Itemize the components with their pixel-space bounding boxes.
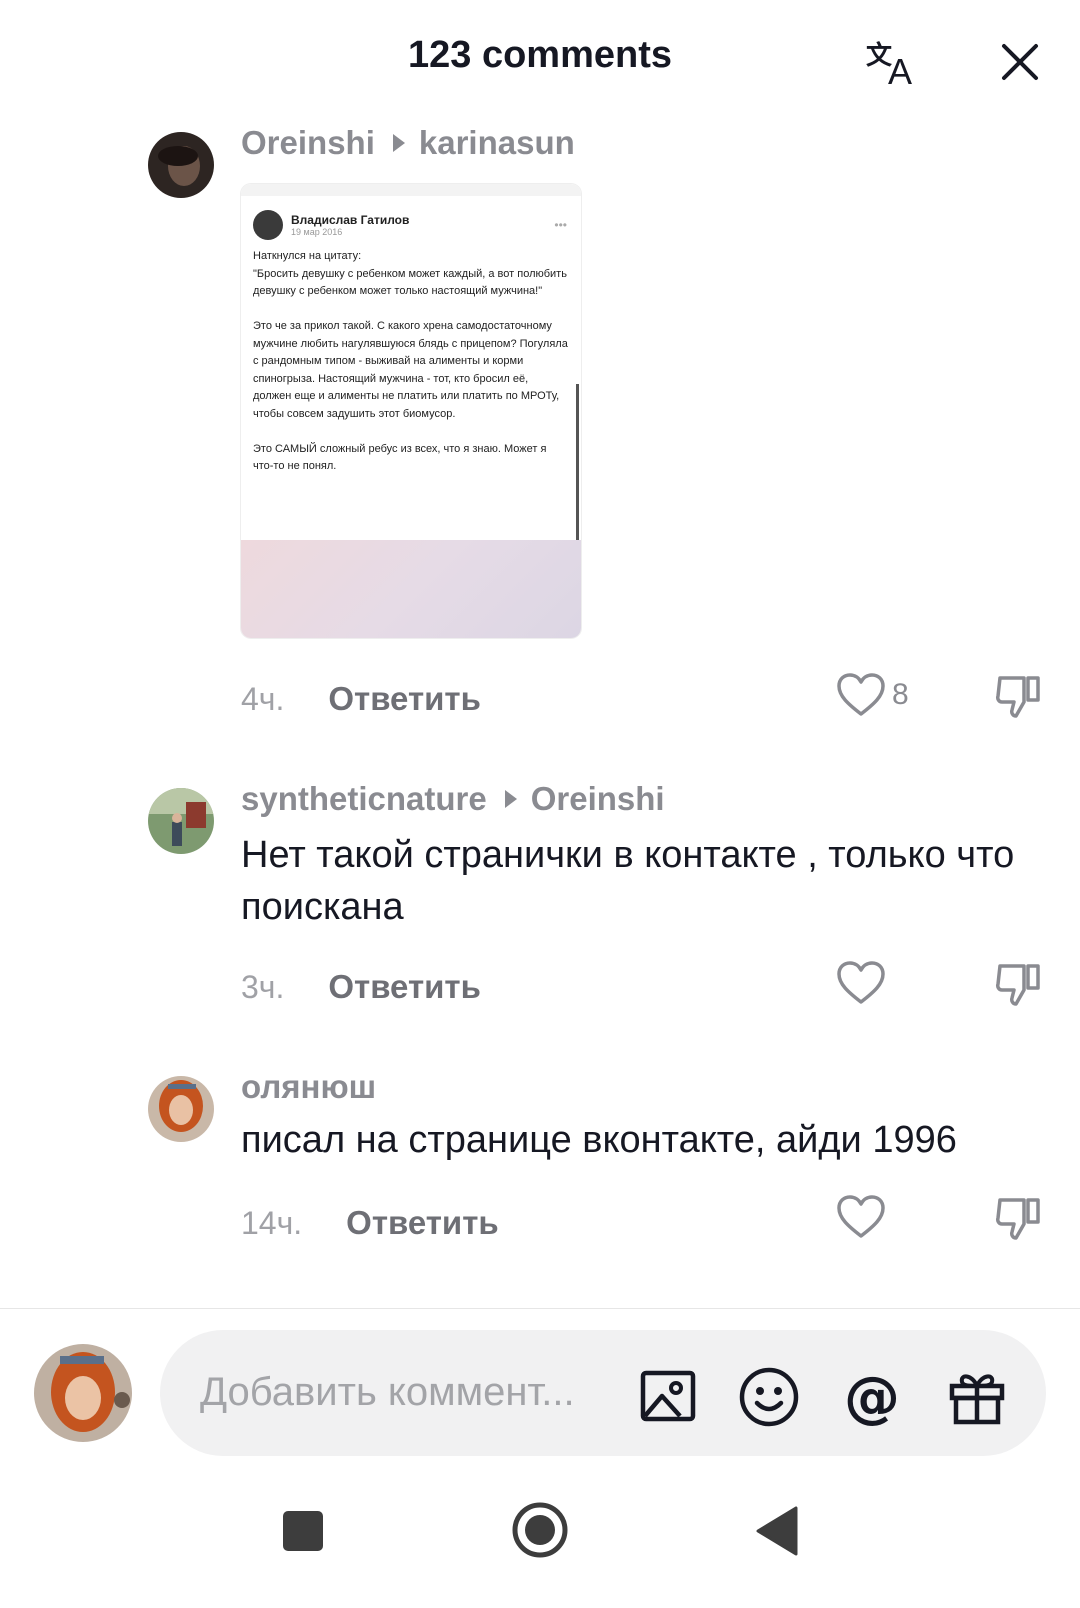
vk-post-text: Наткнулся на цитату: "Бросить девушку с … xyxy=(253,250,568,472)
comment-meta: 14ч. Ответить xyxy=(241,1204,499,1242)
vk-post-author-row: Владислав Гатилов 19 мар 2016 xyxy=(253,210,569,240)
dislike-icon[interactable] xyxy=(994,672,1044,720)
comment-author[interactable]: олянюш xyxy=(241,1068,376,1106)
reply-button[interactable]: Ответить xyxy=(328,968,481,1006)
mention-icon[interactable]: @ xyxy=(842,1365,902,1430)
emoji-icon[interactable] xyxy=(738,1366,799,1427)
vk-post-screenshot: Владислав Гатилов 19 мар 2016 ••• Наткну… xyxy=(241,184,581,544)
back-icon[interactable] xyxy=(754,1506,800,1561)
comment-reply-to[interactable]: karinasun xyxy=(419,124,575,162)
comment-input-placeholder: Добавить коммент... xyxy=(200,1370,575,1414)
vk-post-author-name: Владислав Гатилов xyxy=(291,213,410,227)
comment-author-line[interactable]: Oreinshi karinasun xyxy=(241,124,575,162)
translate-icon[interactable]: 文 A xyxy=(866,38,922,92)
more-dots-icon: ••• xyxy=(554,218,567,232)
system-navigation-bar xyxy=(0,1496,1080,1608)
comment-author-line[interactable]: syntheticnature Oreinshi xyxy=(241,780,665,818)
heart-icon[interactable] xyxy=(836,672,886,718)
avatar[interactable] xyxy=(148,788,214,854)
avatar[interactable] xyxy=(148,132,214,198)
comment-meta: 3ч. Ответить xyxy=(241,968,481,1006)
svg-text:A: A xyxy=(888,51,912,88)
recent-apps-icon[interactable] xyxy=(282,1510,324,1557)
reply-arrow-icon xyxy=(392,134,405,152)
gift-icon[interactable] xyxy=(946,1366,1006,1426)
comment-time: 14ч. xyxy=(241,1204,303,1241)
avatar[interactable] xyxy=(148,1076,214,1142)
comment-text: писал на странице вконтакте, айди 1996 xyxy=(241,1119,957,1161)
vk-post-date: 19 мар 2016 xyxy=(291,227,343,237)
comment-text: Нет такой странички в контакте , только … xyxy=(241,834,1015,928)
close-icon[interactable] xyxy=(996,38,1044,86)
comment-author[interactable]: Oreinshi xyxy=(241,124,375,162)
reply-button[interactable]: Ответить xyxy=(346,1204,499,1242)
svg-text:@: @ xyxy=(844,1366,900,1428)
comment-time: 4ч. xyxy=(241,680,285,717)
comment-author[interactable]: syntheticnature xyxy=(241,780,487,818)
image-gradient-footer xyxy=(241,540,581,638)
comment-reply-to[interactable]: Oreinshi xyxy=(531,780,665,818)
image-top-strip xyxy=(241,184,581,196)
current-user-avatar[interactable] xyxy=(34,1344,132,1442)
comments-header: 123 comments 文 A xyxy=(0,0,1080,110)
reply-arrow-icon xyxy=(504,790,517,808)
comment-meta: 4ч. Ответить xyxy=(241,680,481,718)
like-count: 8 xyxy=(892,678,909,711)
heart-icon[interactable] xyxy=(836,1194,886,1240)
reply-button[interactable]: Ответить xyxy=(328,680,481,718)
comment-time: 3ч. xyxy=(241,968,285,1005)
comment-input[interactable]: Добавить коммент... @ xyxy=(160,1330,1046,1456)
comment-attached-image[interactable]: Владислав Гатилов 19 мар 2016 ••• Наткну… xyxy=(241,184,581,638)
vk-post-avatar xyxy=(253,210,283,240)
image-scrollbar xyxy=(576,384,579,544)
composer-divider xyxy=(0,1308,1080,1309)
dislike-icon[interactable] xyxy=(994,960,1044,1008)
comment-author-line[interactable]: олянюш xyxy=(241,1068,376,1106)
image-icon[interactable] xyxy=(638,1366,698,1426)
heart-icon[interactable] xyxy=(836,960,886,1006)
home-icon[interactable] xyxy=(510,1500,570,1565)
dislike-icon[interactable] xyxy=(994,1194,1044,1242)
